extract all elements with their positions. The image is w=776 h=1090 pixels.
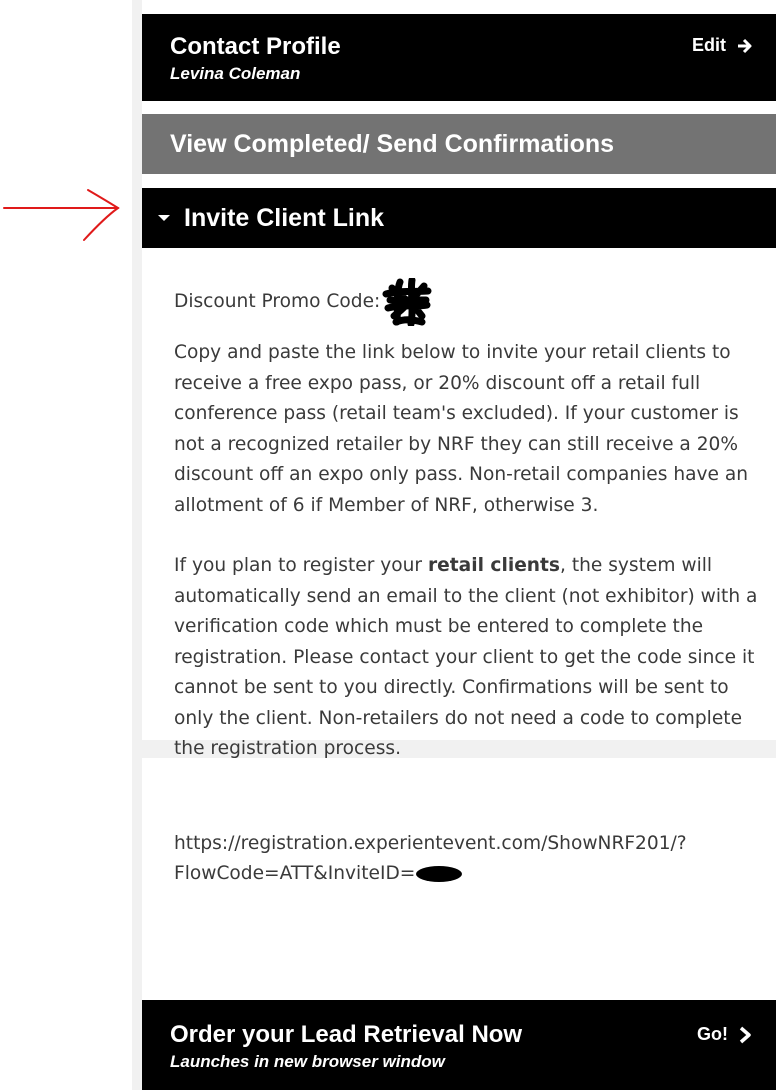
view-completed-label[interactable]: View Completed/ Send Confirmations [170,130,614,158]
edit-link[interactable]: Edit [692,35,754,56]
lead-retrieval-title[interactable]: Order your Lead Retrieval Now [170,1022,776,1048]
lead-retrieval-bar[interactable]: Order your Lead Retrieval Now Launches i… [142,1000,776,1090]
invite-client-label[interactable]: Invite Client Link [184,188,384,248]
invite-link-line2[interactable]: FlowCode=ATT&InviteID= [174,863,415,884]
lead-retrieval-subtitle: Launches in new browser window [170,1052,445,1071]
para2-after: , the system will automatically send an … [174,555,758,759]
redacted-scribble [382,278,432,326]
contact-profile-title: Contact Profile [170,33,341,60]
go-label[interactable]: Go! [697,1024,728,1045]
promo-code-label: Discount Promo Code: [174,290,381,312]
arrow-right-icon [738,38,752,53]
edit-label[interactable]: Edit [692,35,726,56]
contact-profile-bar: Contact Profile Levina Coleman Edit [142,14,776,101]
caret-down-icon [154,208,174,228]
view-completed-button[interactable]: View Completed/ Send Confirmations [142,114,776,174]
invite-client-header[interactable]: Invite Client Link [142,188,776,248]
chevron-right-icon [739,1026,751,1043]
promo-code-row: Discount Promo Code: [174,278,768,326]
invite-instructions: Copy and paste the link below to invite … [174,342,749,516]
contact-name: Levina Coleman [170,64,301,83]
go-link[interactable]: Go! [697,1024,752,1045]
retail-clients-emphasis: retail clients [427,555,560,576]
red-arrow-annotation [3,189,120,241]
invite-link[interactable]: https://registration.experientevent.com/… [174,829,768,890]
invite-client-content: Discount Promo Code: Copy and paste the … [142,248,776,884]
invite-link-line1[interactable]: https://registration.experientevent.com/… [174,829,768,860]
left-gutter [132,0,142,1090]
redacted-blot [416,865,463,882]
retail-clients-instructions: If you plan to register your retail clie… [174,551,768,765]
para2-before: If you plan to register your [174,555,428,576]
